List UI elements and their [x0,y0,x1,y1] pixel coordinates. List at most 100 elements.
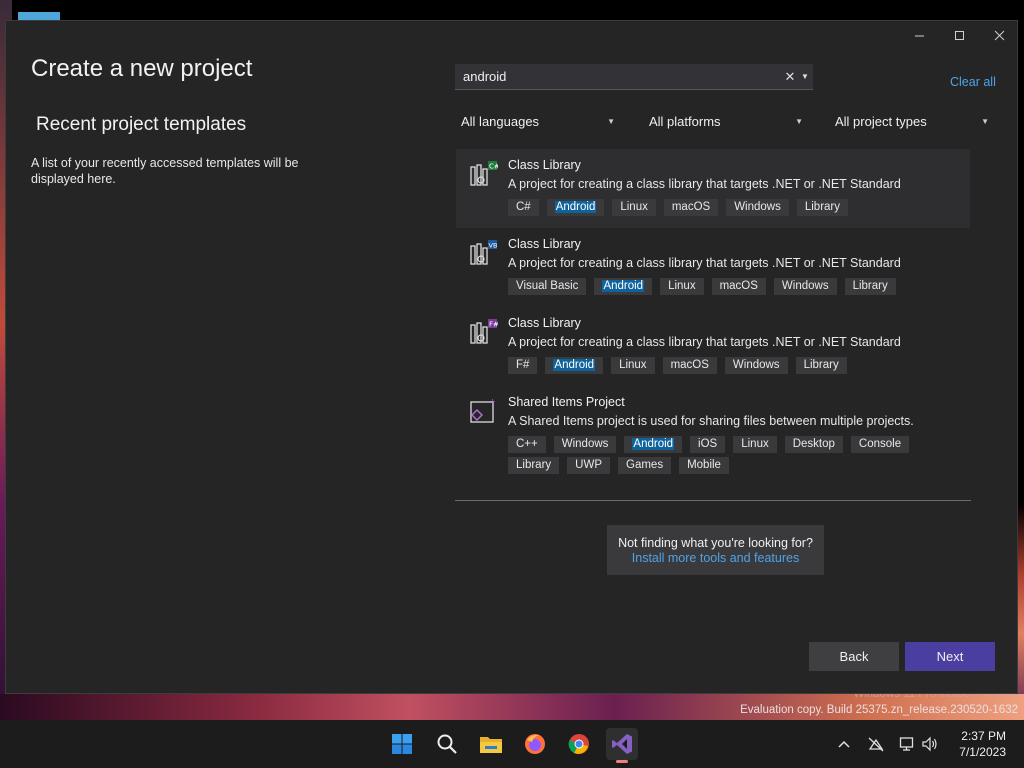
template-tags: C# Android Linux macOS Windows Library [508,199,948,216]
start-icon[interactable] [386,728,418,760]
tag: Linux [611,357,655,374]
template-name: Class Library [508,158,581,172]
results-divider [455,500,971,501]
desktop-top-strip [0,0,1024,20]
template-tags: Visual Basic Android Linux macOS Windows… [508,278,948,295]
recent-templates-heading: Recent project templates [36,114,247,135]
template-search-input[interactable]: android ✕ ▼ [455,64,813,90]
back-button[interactable]: Back [809,642,899,671]
window-controls [911,27,1007,43]
chevron-down-icon: ▼ [981,116,989,126]
platform-filter-label: All platforms [649,113,721,129]
tag: macOS [711,278,766,295]
tag: Linux [660,278,704,295]
clear-all-link[interactable]: Clear all [950,75,996,89]
tag: Games [618,457,672,474]
svg-text:+: + [489,397,496,406]
tag-highlighted: Android [545,357,604,374]
firefox-icon[interactable] [519,728,551,760]
tag-highlighted-text: Android [553,359,596,371]
search-history-dropdown-icon[interactable]: ▼ [797,72,813,81]
tag: macOS [663,199,719,216]
search-value[interactable]: android [463,69,783,84]
template-item-vb-class-library[interactable]: VB Class Library A project for creating … [456,228,970,307]
recent-templates-description: A list of your recently accessed templat… [31,156,299,186]
tag: UWP [567,457,610,474]
template-name: Class Library [508,237,581,251]
install-more-tools-link[interactable]: Install more tools and features [607,551,824,566]
chevron-up-icon[interactable] [834,734,854,754]
taskbar-clock[interactable]: 2:37 PM 7/1/2023 [959,728,1006,760]
minimize-icon[interactable] [911,27,927,43]
tag: Windows [773,278,837,295]
tag: Linux [733,436,777,453]
language-filter[interactable]: All languages ▼ [455,110,621,132]
tag: Windows [726,199,789,216]
tag: F# [508,357,538,374]
file-explorer-icon[interactable] [475,728,507,760]
tag-highlighted: Android [546,199,605,216]
close-icon[interactable] [991,27,1007,43]
template-results-list: C# Class Library A project for creating … [456,149,970,482]
tag: Library [844,278,896,295]
project-type-filter-label: All project types [835,113,927,129]
fsharp-class-library-icon: F# [468,317,499,347]
tag: macOS [662,357,717,374]
csharp-class-library-icon: C# [468,159,500,189]
tag: C++ [508,436,546,453]
tag: Library [796,199,848,216]
chevron-down-icon: ▼ [795,116,803,126]
desktop-window-edge [18,12,60,20]
svg-text:F#: F# [489,321,498,329]
maximize-icon[interactable] [951,27,967,43]
template-item-shared-items-project[interactable]: + Shared Items Project A Shared Items pr… [456,386,970,482]
tag: Windows [553,436,617,453]
not-finding-question: Not finding what you're looking for? [618,536,813,550]
tag: Library [508,457,560,474]
display-icon[interactable] [898,734,918,754]
tag: iOS [690,436,726,453]
tag-highlighted-text: Android [632,438,675,450]
template-name: Shared Items Project [508,395,625,409]
template-description: A project for creating a class library t… [508,335,901,349]
tag: Linux [612,199,656,216]
language-filter-label: All languages [461,113,540,129]
vb-class-library-icon: VB [468,238,498,268]
chrome-icon[interactable] [563,728,595,760]
watermark-line-2: Evaluation copy. Build 25375.zn_release.… [740,704,1018,716]
next-button[interactable]: Next [905,642,995,671]
clock-time: 2:37 PM [961,729,1006,743]
taskbar: 2:37 PM 7/1/2023 [0,720,1024,768]
tag: C# [508,199,539,216]
tag-highlighted: Android [624,436,683,453]
template-description: A project for creating a class library t… [508,177,901,191]
tag: Library [795,357,847,374]
create-project-dialog: Create a new project Recent project temp… [5,20,1018,694]
svg-text:C#: C# [489,163,498,171]
tag-highlighted-text: Android [602,280,645,292]
platform-filter[interactable]: All platforms ▼ [643,110,809,132]
chevron-down-icon: ▼ [607,116,615,126]
template-name: Class Library [508,316,581,330]
template-description: A Shared Items project is used for shari… [508,414,914,428]
template-item-fsharp-class-library[interactable]: F# Class Library A project for creating … [456,307,970,386]
search-icon[interactable] [431,728,463,760]
tag: Visual Basic [508,278,587,295]
clock-date: 7/1/2023 [959,745,1006,759]
template-tags: F# Android Linux macOS Windows Library [508,357,948,374]
project-type-filter[interactable]: All project types ▼ [829,110,995,132]
visual-studio-icon[interactable] [606,728,638,763]
volume-icon[interactable] [920,734,940,754]
template-description: A project for creating a class library t… [508,256,901,270]
tag-highlighted-text: Android [554,201,597,213]
shared-items-icon: + [468,396,498,426]
template-tags: C++ Windows Android iOS Linux Desktop Co… [508,436,948,474]
network-disconnected-icon[interactable] [866,734,886,754]
tag-highlighted: Android [594,278,653,295]
tag: Console [850,436,910,453]
tag: Desktop [784,436,843,453]
clear-search-icon[interactable]: ✕ [783,69,797,85]
page-title: Create a new project [31,55,253,82]
template-item-csharp-class-library[interactable]: C# Class Library A project for creating … [456,149,970,228]
not-finding-panel: Not finding what you're looking for? Ins… [607,525,824,575]
